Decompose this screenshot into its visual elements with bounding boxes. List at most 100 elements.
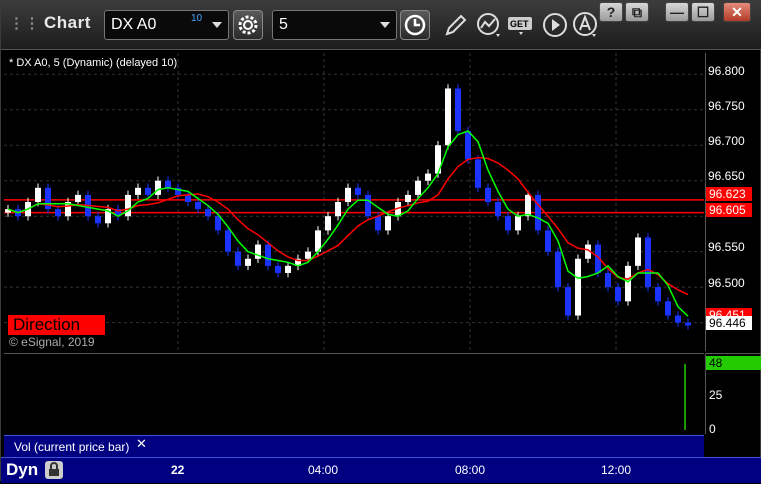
play-icon <box>543 13 567 37</box>
candle-body <box>125 194 131 217</box>
candle-body <box>275 265 281 273</box>
gear-icon <box>238 15 258 35</box>
price-tick: 96.650 <box>708 169 745 183</box>
candle-body <box>625 265 631 302</box>
candle-body <box>575 258 581 316</box>
candle-body <box>245 258 251 266</box>
candle-body <box>265 244 271 266</box>
volume-chart[interactable] <box>4 353 704 434</box>
candle-body <box>485 187 491 202</box>
symbol-value: DX A0 <box>111 16 157 33</box>
price-tick: 96.750 <box>708 99 745 113</box>
time-tick: 22 <box>171 463 185 477</box>
time-axis[interactable]: Dyn <box>1 457 761 483</box>
candle-body <box>455 88 461 132</box>
lock-icon <box>49 462 59 476</box>
grip-icon: ⋮⋮ <box>9 15 40 32</box>
price-tick: 96.500 <box>708 276 745 290</box>
slow-ma-line <box>7 156 689 296</box>
candle-body <box>675 315 681 323</box>
time-tick: 04:00 <box>308 463 339 477</box>
candle-body <box>365 194 371 217</box>
window-title: ⋮⋮ Chart <box>9 13 91 33</box>
price-tag-level-2: 96.605 <box>706 203 752 217</box>
clock-icon <box>404 14 426 36</box>
time-tick: 12:00 <box>601 463 632 477</box>
candle-body <box>135 187 141 195</box>
title-text: Chart <box>44 13 91 32</box>
interval-value: 5 <box>279 16 288 33</box>
candle-body <box>325 216 331 231</box>
time-tick: 08:00 <box>455 463 486 477</box>
candle-body <box>75 194 81 202</box>
price-tag-last: 96.446 <box>706 316 752 330</box>
svg-text:GET: GET <box>510 19 529 29</box>
candle-body <box>35 187 41 202</box>
price-tag-level-1: 96.623 <box>706 187 752 201</box>
candle-body <box>495 202 501 217</box>
chevron-down-icon[interactable] <box>212 22 222 28</box>
price-tick: 96.550 <box>708 240 745 254</box>
study-icon <box>477 13 500 37</box>
settings-button[interactable] <box>233 10 263 40</box>
studies-button[interactable] <box>474 10 502 40</box>
volume-study-label[interactable]: Vol (current price bar) <box>8 439 136 455</box>
pencil-icon <box>445 14 467 36</box>
candle-body <box>55 209 61 217</box>
candle-body <box>645 237 651 288</box>
restore-button[interactable]: ⧉ <box>625 2 649 22</box>
alert-icon <box>573 12 597 37</box>
candle-body <box>425 173 431 181</box>
candle-body <box>375 216 381 231</box>
candle-body <box>665 301 671 316</box>
candle-body <box>225 230 231 252</box>
volume-tick: 0 <box>709 422 716 436</box>
play-button[interactable] <box>541 10 569 40</box>
candle-body <box>355 187 361 195</box>
candle-body <box>545 230 551 252</box>
symbol-input[interactable]: DX A0 10 <box>104 10 229 40</box>
price-tick: 96.800 <box>708 64 745 78</box>
dynamic-mode-label[interactable]: Dyn <box>6 460 38 480</box>
lock-button[interactable] <box>45 461 63 479</box>
price-axis[interactable] <box>705 53 761 351</box>
volume-tag: 48 <box>706 356 761 370</box>
chevron-down-icon[interactable] <box>380 22 390 28</box>
maximize-button[interactable]: ☐ <box>691 2 715 22</box>
alert-button[interactable] <box>571 10 599 40</box>
price-tick: 96.700 <box>708 134 745 148</box>
close-button[interactable]: ✕ <box>723 2 751 22</box>
candle-body <box>475 159 481 188</box>
candle-body <box>535 194 541 231</box>
price-chart[interactable] <box>4 53 704 351</box>
toolbar: ⋮⋮ Chart DX A0 10 5 GET ? ⧉ — ☐ ✕ <box>1 1 761 50</box>
candle-body <box>285 265 291 273</box>
get-icon: GET <box>508 17 532 35</box>
candle-body <box>235 251 241 266</box>
candle-body <box>195 202 201 210</box>
candle-body <box>615 287 621 302</box>
interval-input[interactable]: 5 <box>272 10 397 40</box>
candle-body <box>415 180 421 195</box>
help-button[interactable]: ? <box>599 2 623 22</box>
candle-body <box>505 216 511 231</box>
watermark: © eSignal, 2019 <box>9 335 95 349</box>
candle-body <box>635 237 641 266</box>
candle-body <box>525 194 531 217</box>
candle-body <box>385 216 391 231</box>
time-template-button[interactable] <box>400 10 430 40</box>
candle-body <box>145 187 151 195</box>
candle-body <box>305 251 311 259</box>
direction-badge: Direction <box>8 315 105 335</box>
candle-body <box>185 194 191 202</box>
draw-tool-button[interactable] <box>441 10 469 40</box>
volume-close-icon[interactable]: ✕ <box>136 436 147 452</box>
candle-body <box>215 216 221 231</box>
candle-body <box>605 272 611 288</box>
minimize-button[interactable]: — <box>665 2 689 22</box>
candle-body <box>655 287 661 302</box>
get-data-button[interactable]: GET <box>507 10 535 40</box>
volume-label-bar: Vol (current price bar) ✕ <box>4 435 704 458</box>
delay-badge: 10 <box>191 13 203 24</box>
candle-body <box>445 88 451 146</box>
